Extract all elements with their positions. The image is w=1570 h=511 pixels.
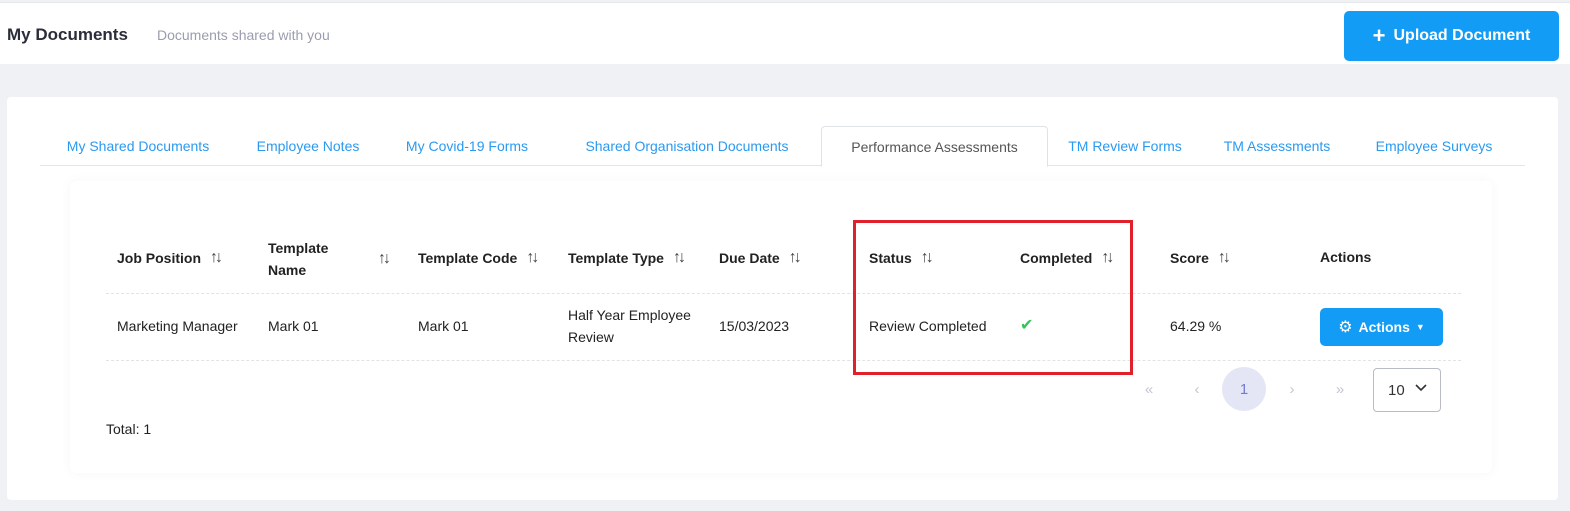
column-header-template-name[interactable]: Template Name ↑↓ [268,237,398,281]
column-header-template-code[interactable]: Template Code ↑↓ [418,249,539,267]
cell-score: 64.29 % [1170,318,1222,334]
cell-template-code: Mark 01 [418,318,469,334]
sort-icon[interactable]: ↑↓ [378,248,391,270]
chevron-down-icon [1415,384,1427,392]
column-header-job-position[interactable]: Job Position ↑↓ [117,249,223,267]
column-label: Due Date [719,250,780,266]
sort-icon[interactable]: ↑↓ [210,249,223,267]
gear-icon: ⚙ [1338,319,1353,336]
tab-shared-organisation-documents[interactable]: Shared Organisation Documents [554,126,820,166]
cell-due-date: 15/03/2023 [719,318,790,334]
column-header-actions: Actions [1320,249,1371,265]
actions-dropdown-button[interactable]: ⚙ Actions ▼ [1320,308,1443,346]
sort-icon[interactable]: ↑↓ [789,249,802,267]
sort-icon[interactable]: ↑↓ [1218,249,1231,267]
row-divider [106,360,1461,361]
column-label: Job Position [117,250,201,266]
tab-my-shared-documents[interactable]: My Shared Documents [40,126,236,166]
page-size-value: 10 [1388,381,1405,399]
row-divider [106,293,1461,294]
upload-document-label: Upload Document [1393,27,1531,44]
column-header-template-type[interactable]: Template Type ↑↓ [568,249,686,267]
tab-bar: My Shared Documents Employee Notes My Co… [40,126,1525,167]
page-number-button[interactable]: 1 [1222,367,1266,411]
cell-template-type: Half Year Employee Review [568,307,691,345]
tab-performance-assessments[interactable]: Performance Assessments [821,126,1048,167]
column-label: Template Type [568,250,664,266]
tab-my-covid-19-forms[interactable]: My Covid-19 Forms [380,126,554,166]
column-label: Actions [1320,249,1372,265]
last-page-button[interactable]: » [1318,367,1362,411]
page-subtitle: Documents shared with you [157,27,330,43]
actions-label: Actions [1358,319,1410,335]
next-page-button[interactable]: › [1270,367,1314,411]
column-header-due-date[interactable]: Due Date ↑↓ [719,249,802,267]
tab-employee-surveys[interactable]: Employee Surveys [1352,126,1516,166]
page-title: My Documents [7,25,128,44]
column-label: Template Name [268,240,329,278]
total-count: Total: 1 [106,421,152,437]
plus-icon: + [1372,23,1386,48]
tab-employee-notes[interactable]: Employee Notes [236,126,380,166]
prev-page-button[interactable]: ‹ [1175,367,1219,411]
sort-icon[interactable]: ↑↓ [526,249,539,267]
cell-template-name: Mark 01 [268,318,319,334]
highlight-box [853,220,1133,375]
top-bar: My Documents Documents shared with you +… [0,2,1570,64]
caret-down-icon: ▼ [1415,322,1425,332]
tab-tm-review-forms[interactable]: TM Review Forms [1048,126,1202,166]
column-label: Score [1170,250,1209,266]
upload-document-button[interactable]: + Upload Document [1344,11,1559,61]
sort-icon[interactable]: ↑↓ [673,249,686,267]
tab-tm-assessments[interactable]: TM Assessments [1202,126,1352,166]
column-label: Template Code [418,250,518,266]
cell-job-position: Marketing Manager [117,318,238,334]
page-size-select[interactable]: 10 [1373,368,1441,412]
column-header-score[interactable]: Score ↑↓ [1170,249,1231,267]
first-page-button[interactable]: « [1127,367,1171,411]
